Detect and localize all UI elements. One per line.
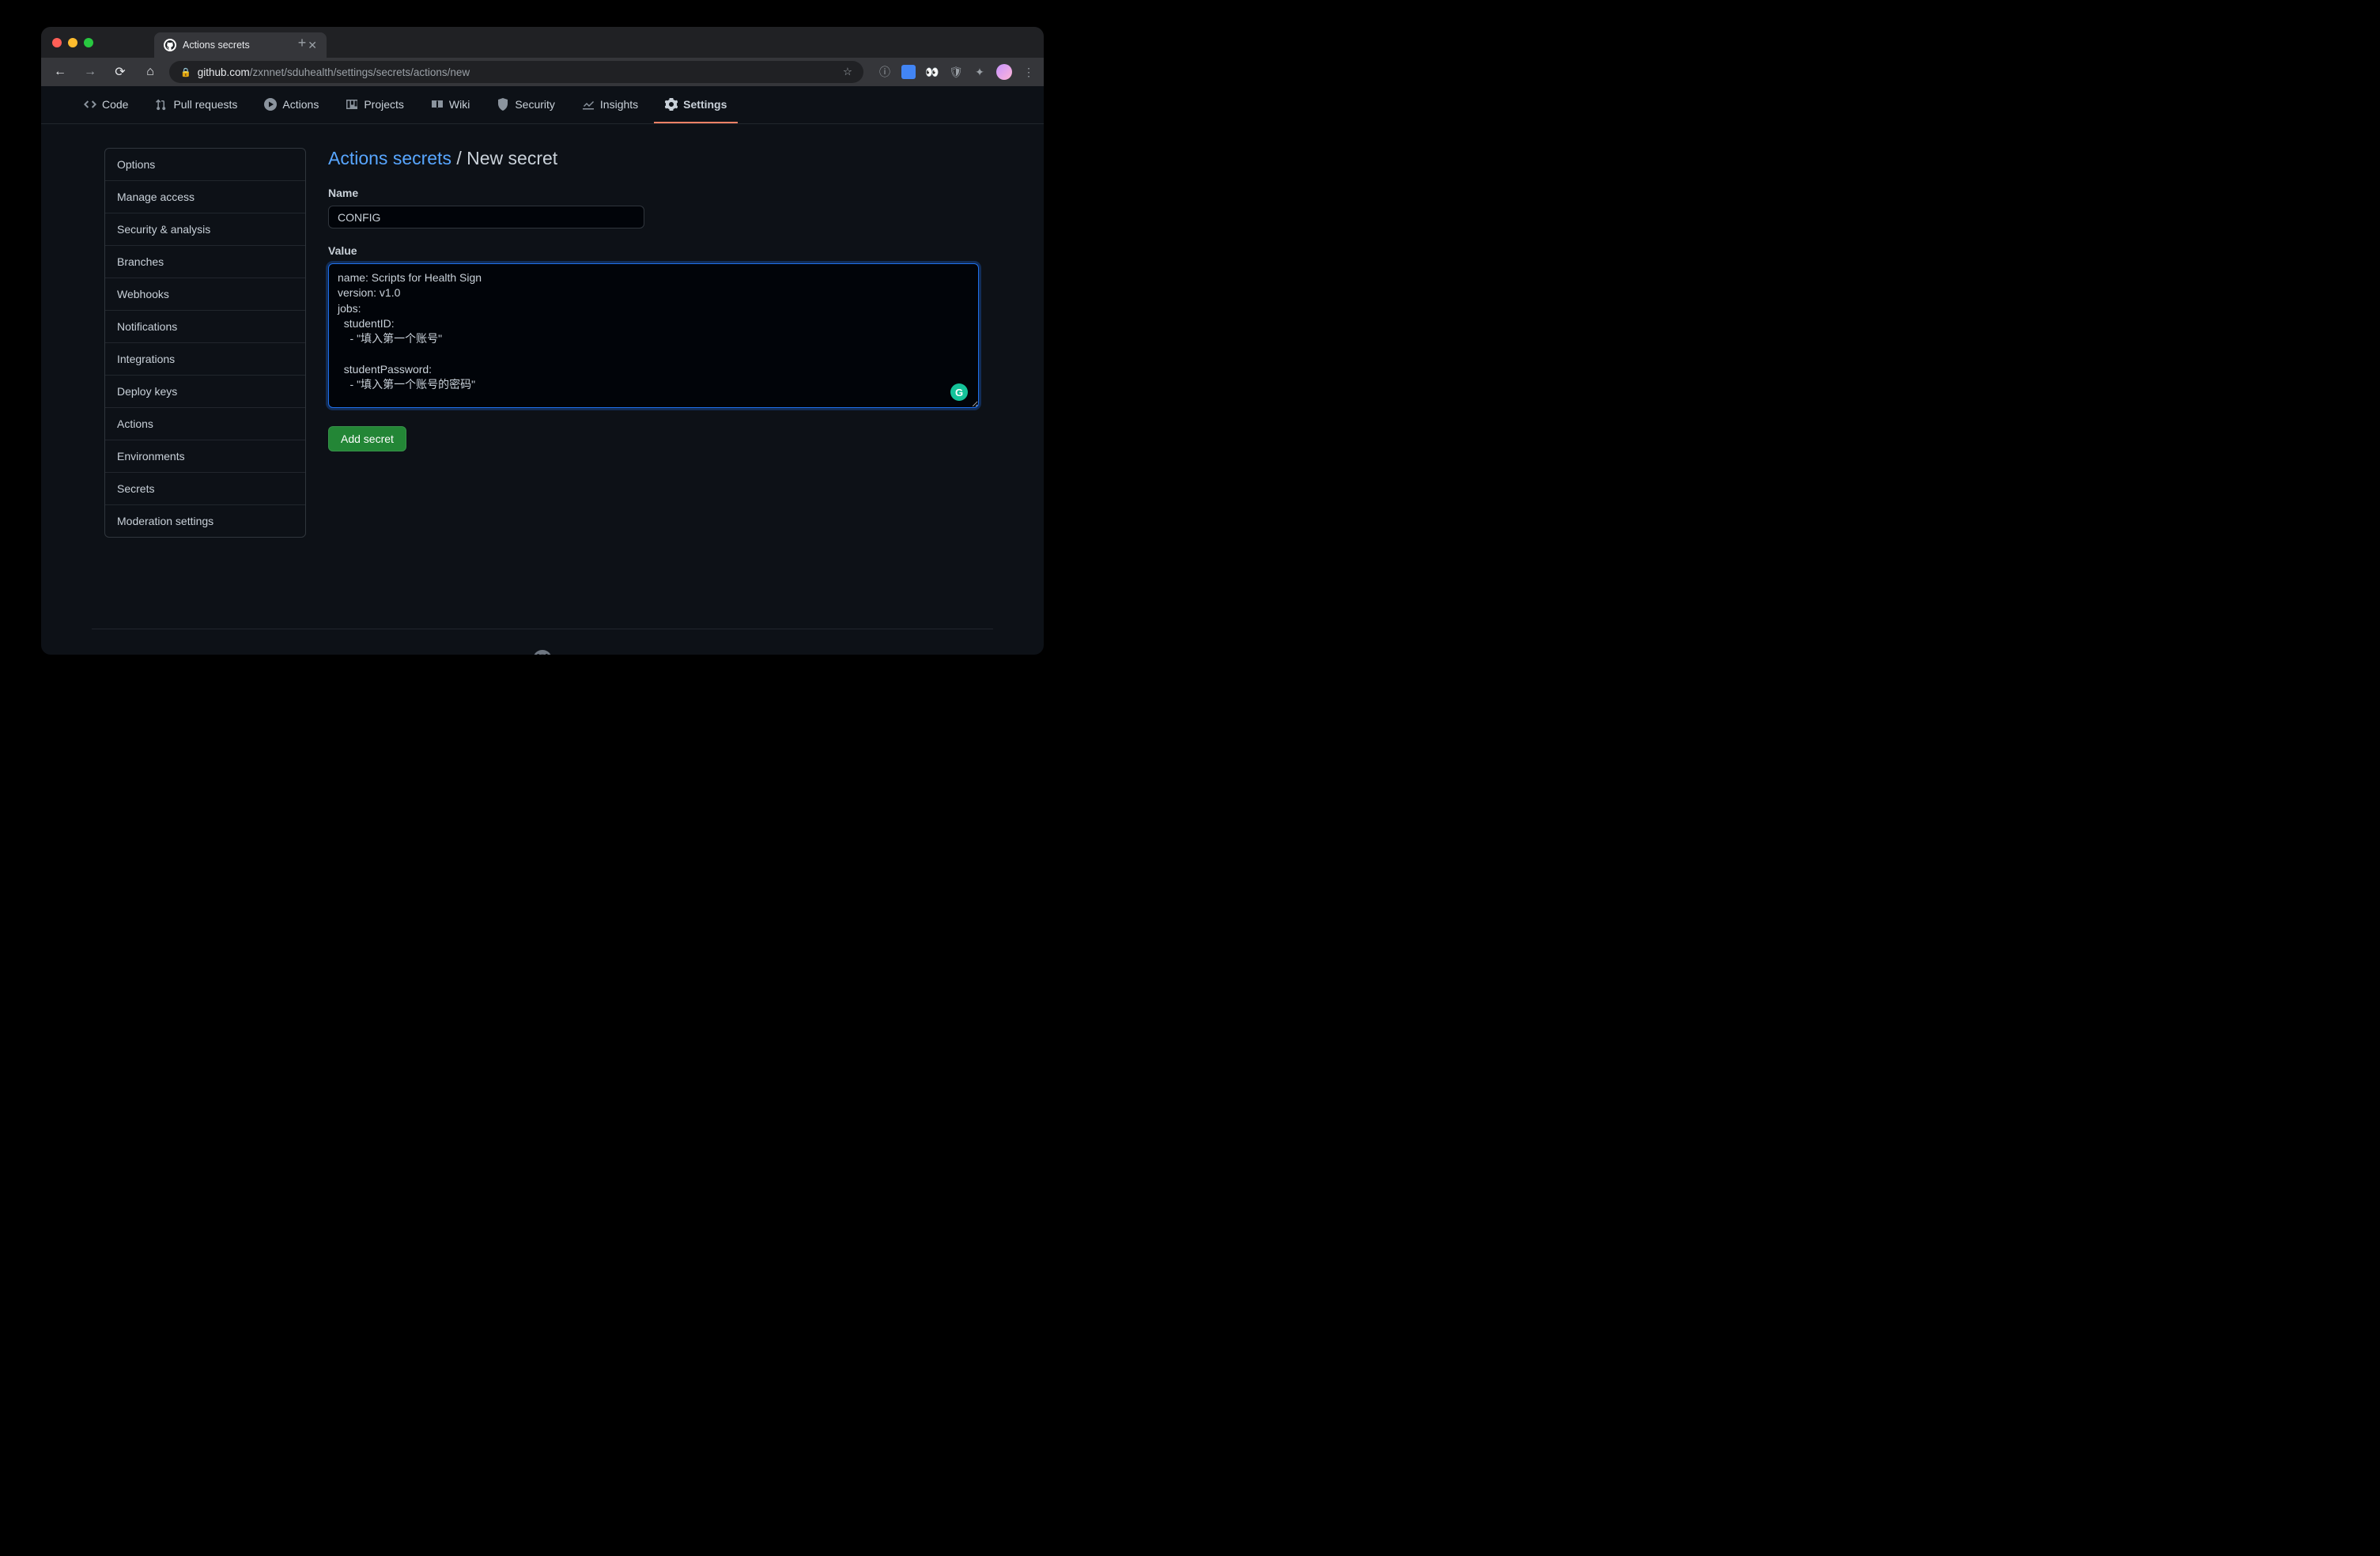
toolbar-extensions: ⓘ 👀 🛡 ✦ ⋮	[871, 64, 1036, 80]
sidebar-item-integrations[interactable]: Integrations	[105, 343, 305, 376]
maximize-window-button[interactable]	[84, 38, 93, 47]
sidebar-item-secrets[interactable]: Secrets	[105, 473, 305, 505]
sidebar-item-manage-access[interactable]: Manage access	[105, 181, 305, 213]
sidebar-item-branches[interactable]: Branches	[105, 246, 305, 278]
sidebar-item-environments[interactable]: Environments	[105, 440, 305, 473]
nav-security[interactable]: Security	[485, 87, 566, 123]
titlebar: Actions secrets ✕ +	[41, 27, 1044, 58]
sidebar-item-webhooks[interactable]: Webhooks	[105, 278, 305, 311]
value-label: Value	[328, 244, 995, 257]
nav-forward-icon[interactable]: →	[79, 65, 101, 79]
url-path: /zxnnet/sduhealth/settings/secrets/actio…	[250, 66, 470, 78]
browser-toolbar: ← → ⟳ ⌂ 🔒 github.com/zxnnet/sduhealth/se…	[41, 58, 1044, 86]
nav-back-icon[interactable]: ←	[49, 65, 71, 79]
profile-avatar[interactable]	[996, 64, 1012, 80]
content: Options Manage access Security & analysi…	[41, 124, 1044, 538]
repo-nav: Code Pull requests Actions Projects Wiki…	[41, 86, 1044, 124]
page-heading: Actions secrets / New secret	[328, 148, 995, 169]
reload-icon[interactable]: ⟳	[109, 64, 131, 80]
home-icon[interactable]: ⌂	[139, 65, 161, 79]
url-host: github.com	[198, 66, 250, 78]
settings-sidebar: Options Manage access Security & analysi…	[104, 148, 306, 538]
browser-menu-icon[interactable]: ⋮	[1022, 65, 1036, 79]
nav-settings[interactable]: Settings	[654, 87, 738, 123]
tab-title: Actions secrets	[183, 40, 250, 51]
extensions-menu-icon[interactable]: ✦	[973, 65, 987, 79]
add-secret-button[interactable]: Add secret	[328, 426, 406, 451]
extension-icon-3[interactable]: 🛡	[949, 65, 963, 79]
sidebar-item-moderation[interactable]: Moderation settings	[105, 505, 305, 537]
nav-insights[interactable]: Insights	[571, 87, 649, 123]
nav-projects[interactable]: Projects	[334, 87, 415, 123]
close-window-button[interactable]	[52, 38, 62, 47]
address-bar[interactable]: 🔒 github.com/zxnnet/sduhealth/settings/s…	[169, 61, 863, 83]
extension-icon-1[interactable]	[901, 65, 916, 79]
sidebar-item-options[interactable]: Options	[105, 149, 305, 181]
footer: © 2021 GitHub, Inc. Terms Privacy Securi…	[92, 629, 993, 655]
name-label: Name	[328, 187, 995, 199]
new-tab-button[interactable]: +	[293, 35, 312, 51]
github-favicon	[164, 39, 176, 51]
minimize-window-button[interactable]	[68, 38, 77, 47]
window-controls	[52, 38, 93, 47]
info-icon[interactable]: ⓘ	[878, 65, 892, 79]
heading-link[interactable]: Actions secrets	[328, 148, 451, 168]
nav-code[interactable]: Code	[73, 87, 139, 123]
nav-actions[interactable]: Actions	[253, 87, 330, 123]
extension-icon-2[interactable]: 👀	[925, 65, 939, 79]
grammarly-badge-icon[interactable]: G	[950, 383, 968, 401]
sidebar-item-deploy-keys[interactable]: Deploy keys	[105, 376, 305, 408]
browser-window: Actions secrets ✕ + ← → ⟳ ⌂ 🔒 github.com…	[41, 27, 1044, 655]
nav-wiki[interactable]: Wiki	[420, 87, 481, 123]
bookmark-star-icon[interactable]: ☆	[843, 66, 852, 78]
sidebar-item-security-analysis[interactable]: Security & analysis	[105, 213, 305, 246]
lock-icon: 🔒	[180, 67, 191, 77]
secret-value-textarea[interactable]	[328, 263, 979, 408]
github-logo-icon[interactable]	[533, 650, 552, 655]
sidebar-item-notifications[interactable]: Notifications	[105, 311, 305, 343]
sidebar-item-actions[interactable]: Actions	[105, 408, 305, 440]
nav-pull-requests[interactable]: Pull requests	[144, 87, 248, 123]
main-panel: Actions secrets / New secret Name Value …	[328, 148, 995, 538]
secret-name-input[interactable]	[328, 206, 644, 228]
